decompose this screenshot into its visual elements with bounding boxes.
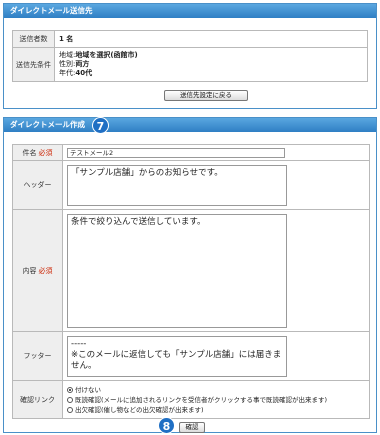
option-read-receipt[interactable]: 既読確認(メールに追加されるリンクを受信者がクリックする事で既読確認が出来ます) (67, 395, 369, 405)
compose-table: 件名 必須 テストメール2 ヘッダー 「サンプル店舗」からのお知らせです。 内容必… (12, 144, 370, 419)
condition-gender: 性別:両方 (59, 60, 90, 68)
recipient-panel-title: ダイレクトメール送信先 (4, 4, 376, 18)
header-textarea[interactable]: 「サンプル店舗」からのお知らせです。 (67, 164, 287, 206)
condition-age: 年代:40代 (59, 69, 93, 77)
radio-selected-icon[interactable] (67, 386, 73, 393)
condition-region: 地域:地域を選択(函館市) (59, 51, 138, 59)
subject-cell: テストメール2 (62, 144, 370, 161)
subject-label: 件名 必須 (12, 144, 63, 161)
confirm-button[interactable]: 確認 (179, 422, 205, 433)
count-value: 1 名 (54, 30, 368, 48)
confirm-link-options: 付けない 既読確認(メールに追加されるリンクを受信者がクリックする事で既読確認が… (62, 380, 370, 419)
footer-textarea[interactable]: ----- ※このメールに返信しても「サンプル店舗」には届きません。 (67, 335, 287, 377)
header-label: ヘッダー (12, 160, 63, 210)
radio-icon[interactable] (67, 396, 73, 403)
subject-input[interactable]: テストメール2 (67, 147, 285, 158)
body-textarea[interactable]: 条件で絞り込んで送信しています。 (67, 213, 287, 328)
compose-panel-title: ダイレクトメール作成 (4, 118, 376, 132)
recipient-table: 送信者数 1 名 送信先条件 地域:地域を選択(函館市) 性別:両方 年代:40… (12, 30, 368, 82)
confirm-link-label: 確認リンク (12, 380, 63, 419)
body-label: 内容 必須 (12, 209, 63, 332)
step-7-badge: 7 (92, 117, 109, 134)
footer-line-1: ----- (71, 338, 87, 349)
compose-panel: ダイレクトメール作成 件名 必須 テストメール2 ヘッダー 「サンプル店舗」からの… (3, 117, 377, 433)
condition-values: 地域:地域を選択(函館市) 性別:両方 年代:40代 (54, 47, 368, 82)
body-cell: 条件で絞り込んで送信しています。 (62, 209, 370, 332)
step-8-badge: 8 (158, 417, 175, 434)
option-attendance[interactable]: 出欠確認(催し物などの出欠確認が出来ます) (67, 405, 369, 415)
option-none[interactable]: 付けない (67, 385, 369, 395)
recipient-panel: ダイレクトメール送信先 送信者数 1 名 送信先条件 地域:地域を選択(函館市)… (3, 3, 377, 109)
radio-icon[interactable] (67, 406, 73, 413)
back-to-recipients-button[interactable]: 送信先設定に戻る (164, 90, 248, 101)
count-label: 送信者数 (12, 30, 55, 48)
footer-label: フッター (12, 331, 63, 381)
footer-cell: ----- ※このメールに返信しても「サンプル店舗」には届きません。 (62, 331, 370, 381)
footer-line-2: ※このメールに返信しても「サンプル店舗」には届きません。 (71, 349, 282, 371)
header-cell: 「サンプル店舗」からのお知らせです。 (62, 160, 370, 210)
condition-label: 送信先条件 (12, 47, 55, 82)
